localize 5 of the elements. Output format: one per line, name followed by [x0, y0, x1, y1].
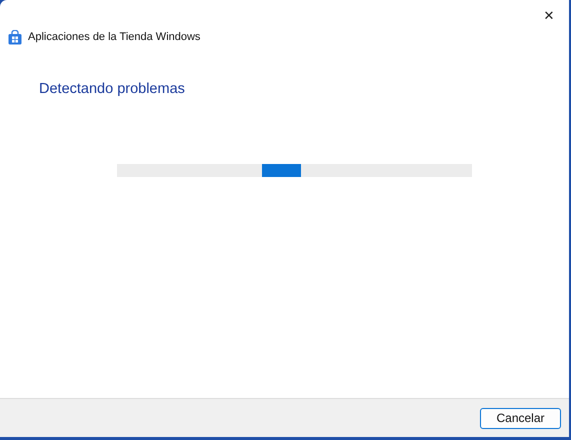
window-title: Aplicaciones de la Tienda Windows — [28, 31, 200, 43]
status-heading: Detectando problemas — [39, 81, 186, 97]
close-button[interactable]: ✕ — [529, 0, 569, 30]
shopping-bag-icon — [8, 30, 22, 44]
cancel-button[interactable]: Cancelar — [480, 408, 561, 428]
